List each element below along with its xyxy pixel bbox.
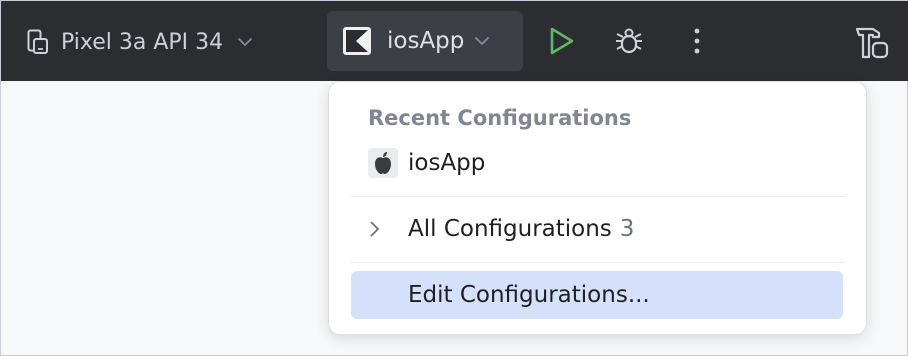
app-window: Pixel 3a API 34 iosApp Recent Configurat…	[0, 0, 908, 356]
run-configuration-label: iosApp	[387, 28, 465, 54]
divider	[351, 196, 845, 197]
debug-icon	[616, 28, 642, 54]
recent-configuration-label: iosApp	[408, 150, 486, 176]
more-vertical-icon	[694, 28, 700, 54]
recent-configuration-item[interactable]: iosApp	[368, 146, 485, 180]
all-configurations-item[interactable]: All Configurations 3	[368, 212, 634, 246]
apple-icon	[368, 148, 398, 178]
all-configurations-label: All Configurations	[408, 216, 612, 242]
chevron-right-icon	[370, 221, 380, 237]
hammer-icon	[855, 27, 889, 59]
edit-configurations-label: Edit Configurations...	[408, 282, 650, 308]
run-configurations-popup: Recent Configurations iosApp All Configu…	[328, 81, 867, 335]
chevron-down-icon	[238, 37, 253, 47]
run-icon	[550, 27, 574, 55]
debug-button[interactable]	[613, 25, 645, 57]
kotlin-multiplatform-icon	[343, 27, 371, 55]
build-button[interactable]	[853, 23, 891, 61]
configurations-count: 3	[619, 216, 635, 242]
chevron-down-icon	[475, 36, 490, 46]
divider	[351, 262, 845, 263]
more-options-button[interactable]	[681, 25, 713, 57]
main-toolbar: Pixel 3a API 34 iosApp	[1, 1, 908, 81]
device-selector[interactable]: Pixel 3a API 34	[27, 23, 253, 61]
run-button[interactable]	[545, 25, 577, 57]
edit-configurations-item[interactable]: Edit Configurations...	[351, 271, 843, 319]
device-icon	[27, 29, 48, 54]
device-label: Pixel 3a API 34	[61, 29, 224, 55]
recent-configurations-header: Recent Configurations	[368, 106, 632, 130]
run-configuration-selector[interactable]: iosApp	[327, 11, 523, 71]
